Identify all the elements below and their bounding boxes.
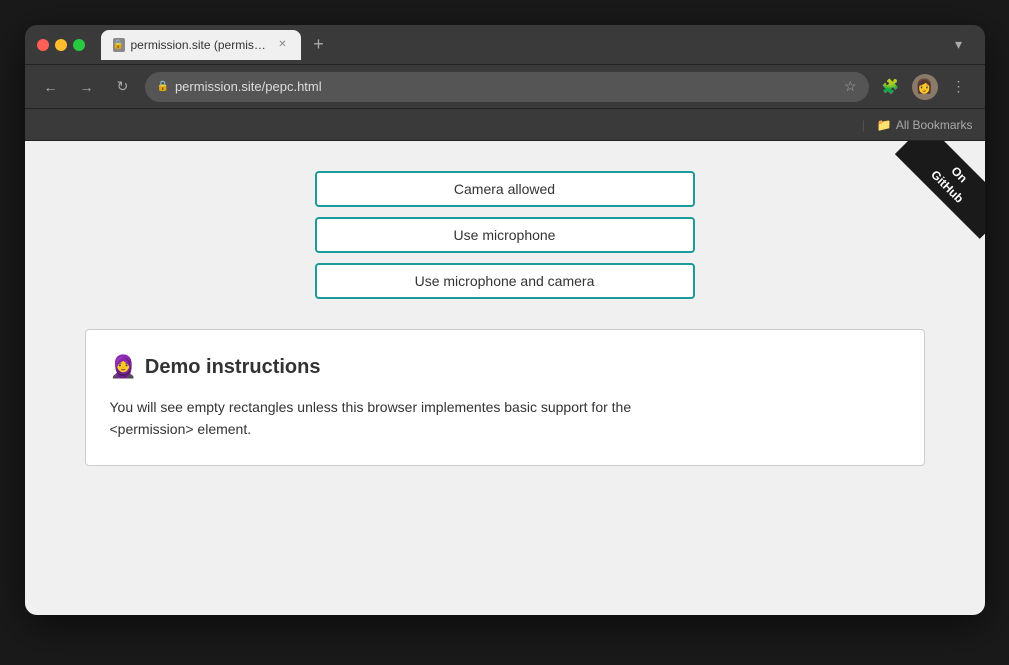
github-ribbon[interactable]: On GitHub (885, 141, 985, 241)
new-tab-button[interactable]: + (305, 31, 333, 59)
traffic-lights (37, 39, 85, 51)
permission-buttons-container: Camera allowed Use microphone Use microp… (45, 171, 965, 299)
browser-menu-button[interactable]: ▾ (945, 31, 973, 59)
back-button[interactable]: ← (37, 73, 65, 101)
demo-body-line2: <permission> element. (110, 421, 252, 437)
profile-button[interactable]: 👩 (911, 73, 939, 101)
demo-body-line1: You will see empty rectangles unless thi… (110, 399, 632, 415)
minimize-button[interactable] (55, 39, 67, 51)
lock-icon: 🔒 (157, 81, 169, 92)
more-menu-button[interactable]: ⋮ (945, 73, 973, 101)
forward-icon: → (80, 79, 94, 95)
nav-actions: 🧩 👩 ⋮ (877, 73, 973, 101)
reload-button[interactable]: ↻ (109, 73, 137, 101)
back-icon: ← (44, 79, 58, 95)
bookmarks-divider: | (862, 118, 865, 132)
use-microphone-button[interactable]: Use microphone (315, 217, 695, 253)
avatar: 👩 (912, 74, 938, 100)
demo-emoji: 🧕 (110, 354, 137, 380)
title-bar: 🔒 permission.site (permission e... ✕ + ▾ (25, 25, 985, 65)
address-text: permission.site/pepc.html (175, 79, 838, 94)
demo-title-text: Demo instructions (145, 356, 321, 379)
demo-body-text: You will see empty rectangles unless thi… (110, 396, 900, 441)
github-ribbon-label: On GitHub (895, 141, 985, 239)
extensions-button[interactable]: 🧩 (877, 73, 905, 101)
reload-icon: ↻ (117, 78, 129, 95)
maximize-button[interactable] (73, 39, 85, 51)
tab-label: permission.site (permission e... (131, 38, 271, 52)
bookmark-star-icon[interactable]: ☆ (844, 78, 857, 95)
tab-bar: 🔒 permission.site (permission e... ✕ + (101, 30, 937, 60)
nav-bar: ← → ↻ 🔒 permission.site/pepc.html ☆ 🧩 👩 … (25, 65, 985, 109)
bookmarks-bar: | 📁 All Bookmarks (25, 109, 985, 141)
active-tab[interactable]: 🔒 permission.site (permission e... ✕ (101, 30, 301, 60)
browser-window: 🔒 permission.site (permission e... ✕ + ▾… (25, 25, 985, 615)
close-button[interactable] (37, 39, 49, 51)
all-bookmarks-link[interactable]: 📁 All Bookmarks (877, 118, 973, 132)
tab-favicon: 🔒 (113, 38, 125, 52)
chevron-down-icon: ▾ (955, 36, 962, 53)
demo-title: 🧕 Demo instructions (110, 354, 900, 380)
bookmark-folder-icon: 📁 (877, 118, 892, 132)
more-icon: ⋮ (952, 78, 966, 95)
demo-instructions-box: 🧕 Demo instructions You will see empty r… (85, 329, 925, 466)
address-bar[interactable]: 🔒 permission.site/pepc.html ☆ (145, 72, 869, 102)
extensions-icon: 🧩 (882, 78, 899, 95)
page-content: On GitHub Camera allowed Use microphone … (25, 141, 985, 615)
forward-button[interactable]: → (73, 73, 101, 101)
camera-allowed-button[interactable]: Camera allowed (315, 171, 695, 207)
tab-close-button[interactable]: ✕ (277, 38, 289, 52)
use-microphone-camera-button[interactable]: Use microphone and camera (315, 263, 695, 299)
all-bookmarks-label: All Bookmarks (896, 118, 973, 132)
